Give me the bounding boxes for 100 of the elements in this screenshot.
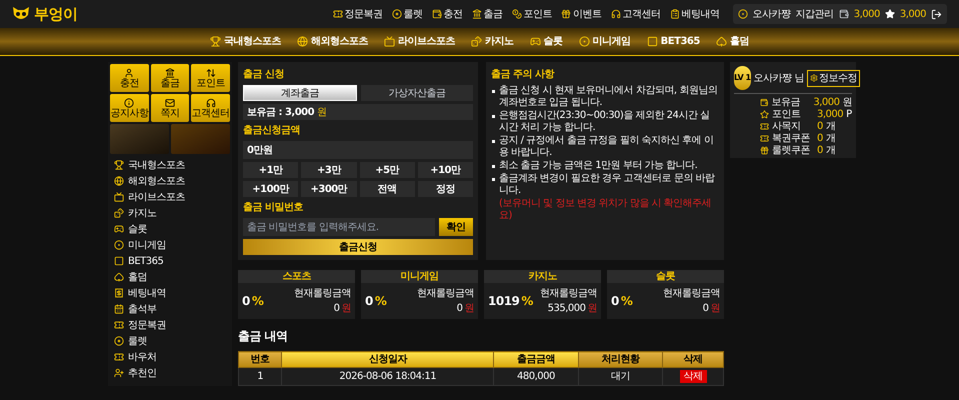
quick-button[interactable]: 쪽지 (150, 94, 190, 122)
main-nav-item[interactable]: 홀덤 (716, 34, 749, 49)
star-icon (760, 110, 769, 118)
sidebar-item[interactable]: BET365 (108, 253, 232, 269)
confirm-button[interactable]: 확인 (439, 218, 473, 236)
amount-button[interactable]: +100만 (243, 181, 298, 197)
stat-value: 0 (817, 144, 823, 158)
amount-field[interactable]: 0만원 (243, 141, 473, 159)
header-link[interactable]: 포인트 (512, 6, 552, 22)
main-nav-item[interactable]: 카지노 (471, 34, 514, 49)
amount-button[interactable]: +300만 (301, 181, 356, 197)
rolling-label: 현재롤링금액 (294, 287, 351, 301)
quick-button[interactable]: 충전 (110, 64, 149, 92)
amount-button[interactable]: +3만 (301, 162, 356, 178)
sidebar-item[interactable]: 베팅내역 (108, 285, 232, 301)
field-label: 출금 비밀번호 (243, 201, 304, 215)
main-nav-item[interactable]: 국내형스포츠 (210, 34, 282, 49)
main-nav-item[interactable]: 미니게임 (578, 34, 631, 49)
amount-button[interactable]: +1만 (243, 162, 298, 178)
wallet-icon (432, 9, 442, 19)
amount-button[interactable]: 정정 (418, 181, 473, 197)
logout-icon[interactable] (931, 8, 942, 20)
stat-label: 룰렛쿠폰 (772, 144, 811, 158)
quick-button[interactable]: 출금 (150, 64, 190, 92)
star-icon (884, 9, 895, 19)
name-suffix: 님 (794, 72, 804, 86)
points-amount: 3,000 (900, 8, 926, 22)
rolling-label: 현재롤링금액 (417, 287, 474, 301)
stat-unit: 개 (826, 144, 836, 158)
main-nav-item[interactable]: BET365 (646, 34, 700, 49)
sidebar-item[interactable]: 정문복권 (108, 317, 232, 333)
tab[interactable]: 계좌출금 (243, 85, 357, 101)
quick-button[interactable]: 공지사항 (110, 94, 149, 122)
sidebar-item[interactable]: 룰렛 (108, 333, 232, 349)
main-nav-item[interactable]: 라이브스포츠 (384, 34, 456, 49)
table-cell: 480,000 (494, 368, 578, 386)
header-link[interactable]: 이벤트 (561, 6, 602, 22)
header-link[interactable]: 베팅내역 (670, 6, 720, 22)
sidebar-item[interactable]: 추천인 (108, 365, 232, 381)
currency-unit: 원 (710, 302, 720, 316)
sidebar-item[interactable]: 카지노 (108, 205, 232, 221)
card-header: 스포츠 (238, 270, 355, 283)
notice-item: 최소 출금 가능 금액은 1만원 부터 가능 합니다. (491, 160, 719, 172)
delete-button[interactable]: 삭제 (680, 370, 707, 383)
percent-value: 1019 (488, 293, 520, 310)
sidebar-item[interactable]: 미니게임 (108, 237, 232, 253)
balance-text: 보유금 : 3,000 (247, 106, 314, 120)
sidebar-item[interactable]: 해외형스포츠 (108, 173, 232, 189)
rolling-amount: 0 (334, 302, 340, 316)
table-cell: 2026-08-06 18:04:11 (282, 368, 494, 386)
sidebar-item[interactable]: 슬롯 (108, 221, 232, 237)
casino-banner-placeholder[interactable] (110, 124, 169, 154)
password-field[interactable]: 출금 비밀번호를 입력해주세요. (243, 218, 435, 236)
gift-icon (561, 9, 572, 19)
percent-sign: % (252, 293, 264, 310)
sidebar-item[interactable]: 홀덤 (108, 269, 232, 285)
field-label: 출금신청금액 (243, 124, 301, 138)
header-link[interactable]: 정문복권 (332, 6, 383, 22)
main-nav-item[interactable]: 슬롯 (530, 34, 563, 49)
currency-unit: 원 (317, 106, 327, 120)
currency-unit: 원 (342, 302, 351, 316)
tab[interactable]: 가상자산출금 (361, 85, 473, 101)
stat-value: 3,000 (813, 96, 840, 110)
edit-profile-button[interactable]: 정보수정 (807, 70, 860, 86)
header-link[interactable]: 고객센터 (610, 6, 661, 22)
info-icon (124, 98, 134, 108)
main-nav-item[interactable]: 해외형스포츠 (297, 34, 368, 49)
sidebar-item[interactable]: 출석부 (108, 301, 232, 317)
submit-button[interactable]: 출금신청 (243, 239, 473, 255)
sidebar-item[interactable]: 라이브스포츠 (108, 189, 232, 205)
percent-value: 0 (242, 293, 250, 310)
column-header: 신청일자 (282, 352, 494, 368)
notice-item: 은행점검시간(23:30~00:30)을 제외한 24시간 실시간 처리 가능 합니다. (491, 110, 719, 134)
sidebar-item[interactable]: 바우처 (108, 349, 232, 365)
quick-button[interactable]: 고객센터 (191, 94, 230, 122)
stat-label: 보유금 (771, 96, 801, 110)
slot-banner-placeholder[interactable] (171, 124, 230, 154)
notice-item: 공지 / 규정에서 출금 규정을 필히 숙지하신 후에 이용 바랍니다. (491, 135, 719, 159)
tv-icon (384, 36, 396, 47)
amount-button[interactable]: +10만 (418, 162, 473, 178)
receipt-icon (114, 288, 124, 298)
wallet-link[interactable]: 지갑관리 (796, 6, 834, 22)
headset-icon (206, 98, 216, 108)
amount-button[interactable]: +5만 (360, 162, 415, 178)
header-link[interactable]: 룰렛 (392, 6, 423, 22)
mail-icon (164, 98, 175, 108)
quick-button[interactable]: 포인트 (191, 64, 230, 92)
globe-icon (297, 36, 308, 47)
profile-name: 오사카쨩 (754, 72, 792, 86)
sidebar-item[interactable]: 국내형스포츠 (108, 157, 232, 173)
coins-icon (512, 9, 522, 19)
owl-logo-icon (12, 6, 30, 22)
header-link[interactable]: 충전 (432, 6, 463, 22)
header-link[interactable]: 출금 (472, 6, 503, 22)
rolling-amount: 535,000 (548, 302, 586, 316)
stat-label: 사목지 (772, 120, 802, 134)
amount-button[interactable]: 전액 (360, 181, 415, 197)
ticket-icon (332, 9, 343, 19)
stat-value: 3,000 (817, 108, 844, 122)
square-icon (114, 256, 124, 266)
